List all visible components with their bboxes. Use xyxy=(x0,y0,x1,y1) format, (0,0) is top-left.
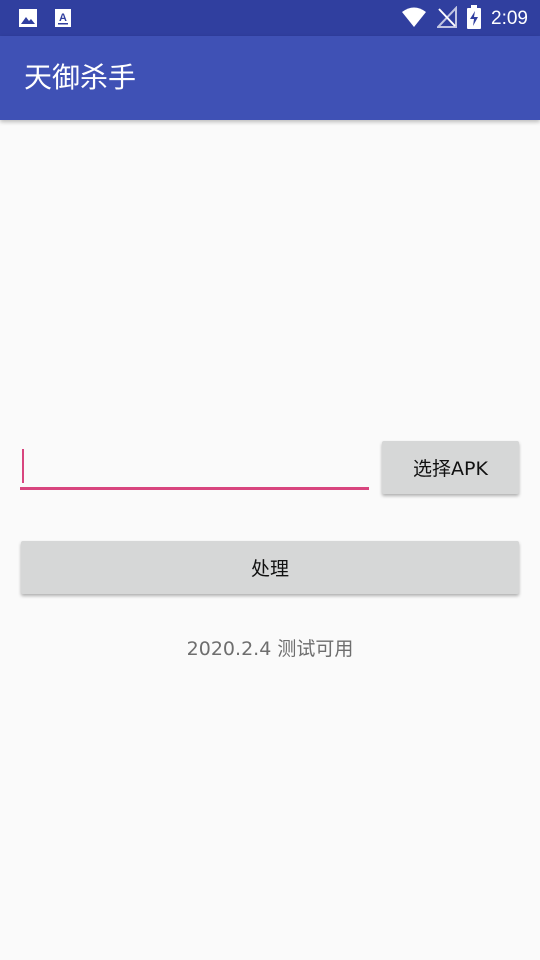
wifi-icon xyxy=(401,6,427,32)
no-signal-icon xyxy=(435,5,458,32)
text-notification-icon: A xyxy=(54,8,72,32)
text-cursor xyxy=(22,449,24,483)
select-apk-button[interactable]: 选择APK xyxy=(382,441,519,494)
status-time: 2:09 xyxy=(491,8,528,29)
apk-path-field[interactable] xyxy=(20,444,369,490)
app-bar: 天御杀手 xyxy=(0,36,540,120)
status-bar: A 2:09 xyxy=(0,0,540,36)
app-title: 天御杀手 xyxy=(24,61,137,94)
image-notification-icon xyxy=(18,8,38,32)
apk-path-input[interactable] xyxy=(20,444,369,490)
svg-text:A: A xyxy=(59,12,67,24)
battery-charging-icon xyxy=(467,5,482,33)
process-button[interactable]: 处理 xyxy=(21,541,519,594)
version-label: 2020.2.4 测试可用 xyxy=(186,638,354,660)
